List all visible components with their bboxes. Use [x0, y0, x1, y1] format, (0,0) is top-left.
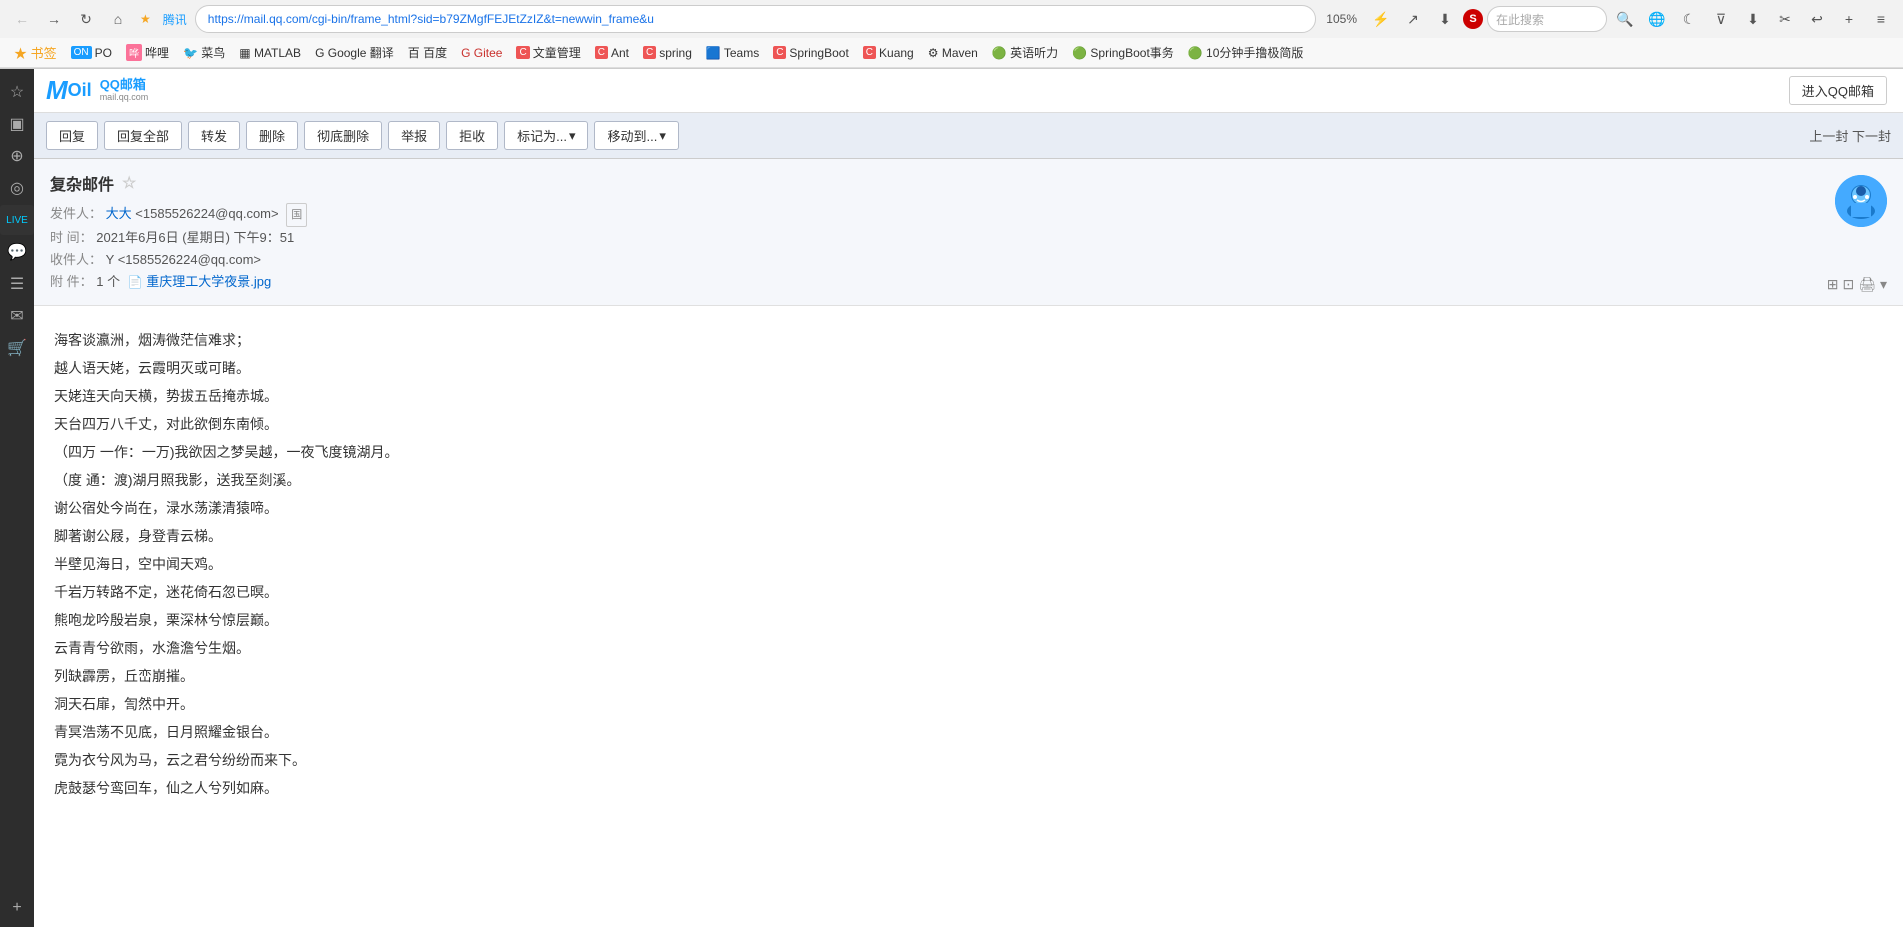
sender-card-button[interactable]: 国 [286, 203, 307, 227]
bookmark-cainiao[interactable]: 🐦 菜鸟 [177, 42, 231, 63]
move-to-button[interactable]: 移动到... ▾ [594, 121, 678, 150]
sidebar-icon-chat[interactable]: 💬 [2, 237, 32, 267]
toolbar-left-buttons: 回复 回复全部 转发 删除 彻底删除 举报 拒收 标记为... ▾ 移动到...… [46, 121, 679, 150]
add-tab-button[interactable]: + [1835, 5, 1863, 33]
sidebar-icon-grid[interactable]: ▣ [2, 109, 32, 139]
back-button[interactable]: ← [8, 5, 36, 33]
lightning-button[interactable]: ⚡ [1367, 5, 1395, 33]
attachment-link[interactable]: 重庆理工大学夜景.jpg [146, 274, 271, 289]
qq-mail-top-bar: M Oil QQ邮箱 mail.qq.com 进入QQ邮箱 [34, 69, 1903, 113]
bookmark-ant[interactable]: C Ant [589, 44, 635, 62]
browser-search-placeholder: 在此搜索 [1496, 11, 1544, 28]
delete-perm-button[interactable]: 彻底删除 [304, 121, 382, 150]
email-subject: 复杂邮件 ☆ [50, 171, 1887, 195]
reject-button[interactable]: 拒收 [446, 121, 498, 150]
view-mode-icon[interactable]: ⊞ [1827, 276, 1839, 293]
expand-icon[interactable]: ⊡ [1842, 276, 1854, 293]
forward-button[interactable]: → [40, 5, 68, 33]
bookmark-hali[interactable]: 哗 哗哩 [120, 42, 175, 63]
logo-m: M [46, 75, 68, 106]
dark-mode-button[interactable]: ☾ [1675, 5, 1703, 33]
logo-oil: Oil [68, 80, 92, 101]
address-bar[interactable]: https://mail.qq.com/cgi-bin/frame_html?s… [195, 5, 1317, 33]
share-button[interactable]: ↗ [1399, 5, 1427, 33]
extensions-button[interactable]: ⬇ [1431, 5, 1459, 33]
undo-button[interactable]: ↩ [1803, 5, 1831, 33]
email-body: 海客谈瀛洲，烟涛微茫信难求；越人语天姥，云霞明灭或可睹。天姥连天向天横，势拔五岳… [34, 306, 1903, 927]
email-toolbar: 回复 回复全部 转发 删除 彻底删除 举报 拒收 标记为... ▾ 移动到...… [34, 113, 1903, 159]
time-field: 时 间： 2021年6月6日 (星期日) 下午9：51 [50, 227, 1887, 249]
prev-next-nav[interactable]: 上一封 下一封 [1809, 126, 1891, 145]
download-button[interactable]: ⬇ [1739, 5, 1767, 33]
mark-as-button[interactable]: 标记为... ▾ [504, 121, 588, 150]
bookmark-matlab[interactable]: ▦ MATLAB [233, 44, 307, 62]
more-options-icon[interactable]: ▾ [1880, 276, 1887, 293]
bookmark-springboot[interactable]: C SpringBoot [767, 44, 855, 62]
bookmark-google-translate[interactable]: G Google 翻译 [309, 42, 400, 63]
bookmark-kuang[interactable]: C Kuang [857, 44, 920, 62]
sidebar-icon-star[interactable]: ☆ [2, 77, 32, 107]
print-icon[interactable]: 🖨 [1858, 276, 1876, 293]
sidebar-icon-search[interactable]: ◎ [2, 173, 32, 203]
delete-button[interactable]: 删除 [246, 121, 298, 150]
search-engine-icon[interactable]: S [1463, 9, 1483, 29]
reply-button[interactable]: 回复 [46, 121, 98, 150]
bookmark-star-icon[interactable]: ★ 书签 [8, 41, 63, 64]
sidebar-icon-mail[interactable]: ✉ [2, 301, 32, 331]
attach-field: 附 件： 1 个 📄 重庆理工大学夜景.jpg [50, 271, 1887, 293]
tencent-link[interactable]: 腾讯 [159, 11, 191, 28]
email-meta: 发件人： 大大 <1585526224@qq.com> 国 时 间： 2021年… [50, 203, 1887, 293]
logo-domain: mail.qq.com [100, 93, 149, 103]
avatar-image [1835, 175, 1887, 227]
bookmark-on-po[interactable]: ON PO [65, 44, 118, 62]
star-icon[interactable]: ☆ [122, 173, 136, 193]
zoom-level: 105% [1326, 12, 1357, 26]
bookmarks-bar: ★ 书签 ON PO 哗 哗哩 🐦 菜鸟 ▦ MATLAB G Google 翻… [0, 38, 1903, 68]
email-controls: ⊞ ⊡ 🖨 ▾ [1827, 276, 1887, 293]
sidebar-icon-live[interactable]: LIVE [0, 205, 34, 235]
sender-name-link[interactable]: 大大 [106, 206, 132, 221]
bookmark-teams[interactable]: 🟦 Teams [700, 44, 765, 62]
bookmark-gitee[interactable]: G Gitee [455, 44, 508, 62]
sender-avatar [1835, 175, 1887, 227]
network-icon-button[interactable]: 🌐 [1643, 5, 1671, 33]
search-icon-button[interactable]: 🔍 [1611, 5, 1639, 33]
browser-search-bar[interactable]: 在此搜索 [1487, 6, 1607, 32]
from-field: 发件人： 大大 <1585526224@qq.com> 国 [50, 203, 1887, 227]
logo-qq-mail: QQ邮箱 [100, 78, 149, 92]
sidebar-icon-cart[interactable]: 🛒 [2, 333, 32, 363]
enter-qq-mail-button[interactable]: 进入QQ邮箱 [1789, 76, 1887, 105]
reply-all-button[interactable]: 回复全部 [104, 121, 182, 150]
bookmark-english[interactable]: 🟢 英语听力 [986, 42, 1064, 63]
report-button[interactable]: 举报 [388, 121, 440, 150]
email-header-area: 复杂邮件 ☆ 发件人： 大大 <1585526224@qq.com> 国 时 间… [34, 159, 1903, 306]
bookmark-jianjian[interactable]: 🟢 10分钟手撸极简版 [1182, 42, 1310, 63]
left-sidebar: ☆ ▣ ⊕ ◎ LIVE 💬 ☰ ✉ 🛒 + [0, 69, 34, 927]
menu-button[interactable]: ≡ [1867, 5, 1895, 33]
attach-file-icon: 📄 [128, 275, 143, 289]
bookmark-maven[interactable]: ⚙ Maven [922, 44, 984, 62]
sidebar-icon-plus[interactable]: + [2, 897, 32, 927]
bookmark-wenzhang[interactable]: C 文童管理 [510, 42, 586, 63]
bookmark-star-button[interactable]: ⊽ [1707, 5, 1735, 33]
home-button[interactable]: ⌂ [104, 5, 132, 33]
bookmark-springboot-tx[interactable]: 🟢 SpringBoot事务 [1066, 42, 1180, 63]
to-field: 收件人： Y <1585526224@qq.com> [50, 249, 1887, 271]
email-main-content: M Oil QQ邮箱 mail.qq.com 进入QQ邮箱 回复 回复全部 转发… [34, 69, 1903, 927]
email-body-content: 海客谈瀛洲，烟涛微茫信难求；越人语天姥，云霞明灭或可睹。天姥连天向天横，势拔五岳… [54, 326, 1883, 802]
sidebar-icon-list[interactable]: ☰ [2, 269, 32, 299]
forward-button[interactable]: 转发 [188, 121, 240, 150]
qq-logo-area: M Oil QQ邮箱 mail.qq.com [46, 75, 148, 106]
scissors-button[interactable]: ✂ [1771, 5, 1799, 33]
bookmark-baidu[interactable]: 百 百度 [402, 42, 453, 63]
sidebar-icon-add[interactable]: ⊕ [2, 141, 32, 171]
logo-text-area: QQ邮箱 mail.qq.com [100, 78, 149, 102]
url-text: https://mail.qq.com/cgi-bin/frame_html?s… [208, 12, 1304, 26]
refresh-button[interactable]: ↻ [72, 5, 100, 33]
browser-nav-bar: ← → ↻ ⌂ ★ 腾讯 https://mail.qq.com/cgi-bin… [0, 0, 1903, 38]
bookmark-spring[interactable]: C spring [637, 44, 698, 62]
